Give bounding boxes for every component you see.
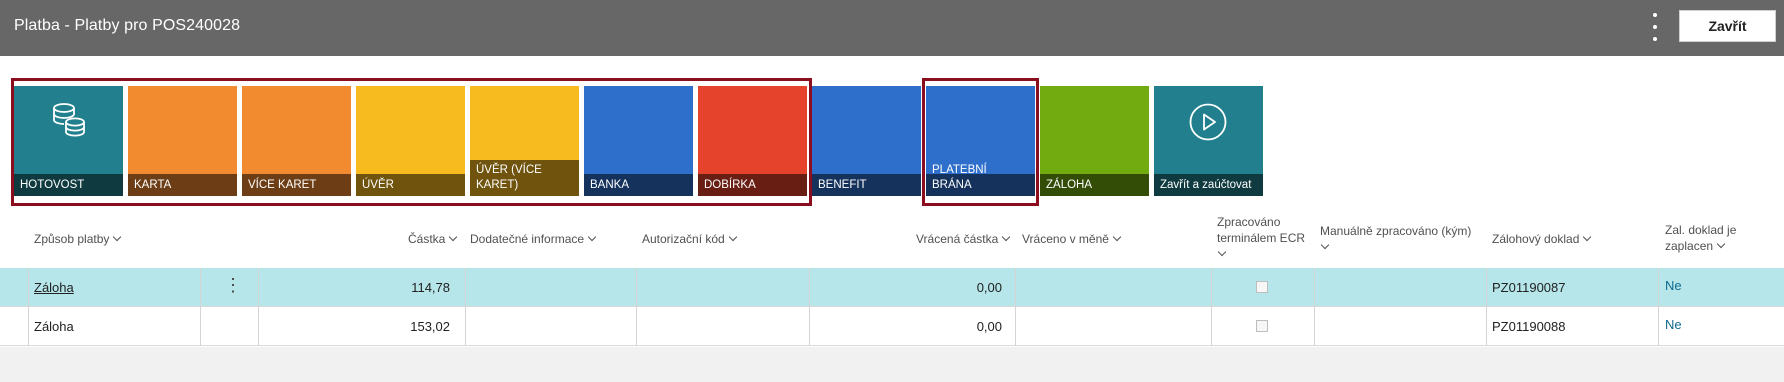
- chevron-down-icon: [1002, 232, 1011, 242]
- tile-label: HOTOVOST: [14, 174, 123, 196]
- column-header-amount[interactable]: Částka: [408, 231, 458, 247]
- page-background: [0, 347, 1784, 382]
- chevron-down-icon: [587, 232, 597, 242]
- deposit-doc: PZ01190088: [1492, 319, 1566, 334]
- tile-label: ÚVĚR: [356, 174, 465, 196]
- column-header-returned[interactable]: Vrácená částka: [916, 231, 1011, 247]
- column-header-deposit[interactable]: Zálohový doklad: [1492, 231, 1592, 247]
- close-button[interactable]: Zavřít: [1679, 10, 1776, 42]
- tile-label: KARTA: [128, 174, 237, 196]
- payment-method-link[interactable]: Záloha: [34, 268, 74, 307]
- chevron-down-icon: [449, 232, 458, 242]
- tile-uver-vice-karet[interactable]: ÚVĚR (VÍCE KARET): [470, 86, 579, 196]
- payment-method-tiles: HOTOVOST KARTA VÍCE KARET ÚVĚR ÚVĚR (VÍC…: [0, 56, 1784, 206]
- tile-label: ZÁLOHA: [1040, 174, 1149, 196]
- tile-label: DOBÍRKA: [698, 174, 807, 196]
- column-header-method[interactable]: Způsob platby: [34, 231, 122, 247]
- tile-label: BENEFIT: [812, 174, 921, 196]
- ecr-checkbox[interactable]: [1256, 281, 1268, 293]
- returned-value: 0,00: [976, 319, 1002, 334]
- chevron-down-icon: [1217, 247, 1227, 257]
- tile-benefit[interactable]: BENEFIT: [812, 86, 921, 196]
- tile-karta[interactable]: KARTA: [128, 86, 237, 196]
- column-header-auth[interactable]: Autorizační kód: [642, 231, 737, 247]
- returned-value: 0,00: [976, 280, 1002, 295]
- table-row[interactable]: Záloha 153,02 0,00 PZ01190088 Ne: [0, 307, 1784, 346]
- tile-dobirka[interactable]: DOBÍRKA: [698, 86, 807, 196]
- tile-zaloha[interactable]: ZÁLOHA: [1040, 86, 1149, 196]
- chevron-down-icon: [113, 232, 122, 242]
- row-menu-icon[interactable]: ⋮: [224, 275, 242, 296]
- tile-label: BANKA: [584, 174, 693, 196]
- page-title: Platba - Platby pro POS240028: [14, 17, 241, 34]
- coins-icon: [53, 103, 85, 137]
- tile-banka[interactable]: BANKA: [584, 86, 693, 196]
- chevron-down-icon: [1112, 232, 1122, 242]
- amount-value: 114,78: [411, 280, 450, 295]
- tile-label: VÍCE KARET: [242, 174, 351, 196]
- column-header-info[interactable]: Dodatečné informace: [470, 231, 597, 247]
- chevron-down-icon: [1320, 240, 1330, 250]
- chevron-down-icon: [1716, 239, 1726, 249]
- chevron-down-icon: [1583, 232, 1592, 242]
- tile-label: PLATEBNÍ BRÁNA: [926, 164, 1035, 196]
- tile-label: ÚVĚR (VÍCE KARET): [470, 160, 579, 196]
- tile-zavrit-a-zauctovat[interactable]: Zavřít a zaúčtovat: [1154, 86, 1263, 196]
- tile-vice-karet[interactable]: VÍCE KARET: [242, 86, 351, 196]
- column-header-manual[interactable]: Manuálně zpracováno (kým): [1320, 223, 1471, 255]
- tile-platebni-brana[interactable]: PLATEBNÍ BRÁNA: [926, 86, 1035, 196]
- amount-value: 153,02: [410, 319, 450, 334]
- tile-label: Zavřít a zaúčtovat: [1154, 174, 1263, 196]
- tile-hotovost[interactable]: HOTOVOST: [14, 86, 123, 196]
- column-header-paid[interactable]: Zal. doklad je zaplacen: [1665, 222, 1736, 254]
- column-header-ecr[interactable]: Zpracováno terminálem ECR: [1217, 214, 1305, 262]
- payment-method[interactable]: Záloha: [34, 307, 74, 346]
- column-header-currency[interactable]: Vráceno v měně: [1022, 231, 1122, 247]
- table-row[interactable]: Záloha ⋮ 114,78 0,00 PZ01190087 Ne: [0, 268, 1784, 307]
- vertical-dots-icon[interactable]: [1649, 11, 1661, 43]
- tile-uver[interactable]: ÚVĚR: [356, 86, 465, 196]
- window-header: Platba - Platby pro POS240028 Zavřít: [0, 0, 1784, 56]
- paid-value[interactable]: Ne: [1665, 266, 1682, 305]
- play-circle-icon: [1189, 103, 1227, 141]
- ecr-checkbox[interactable]: [1256, 320, 1268, 332]
- chevron-down-icon: [728, 232, 737, 242]
- deposit-doc: PZ01190087: [1492, 280, 1566, 295]
- paid-value[interactable]: Ne: [1665, 305, 1682, 344]
